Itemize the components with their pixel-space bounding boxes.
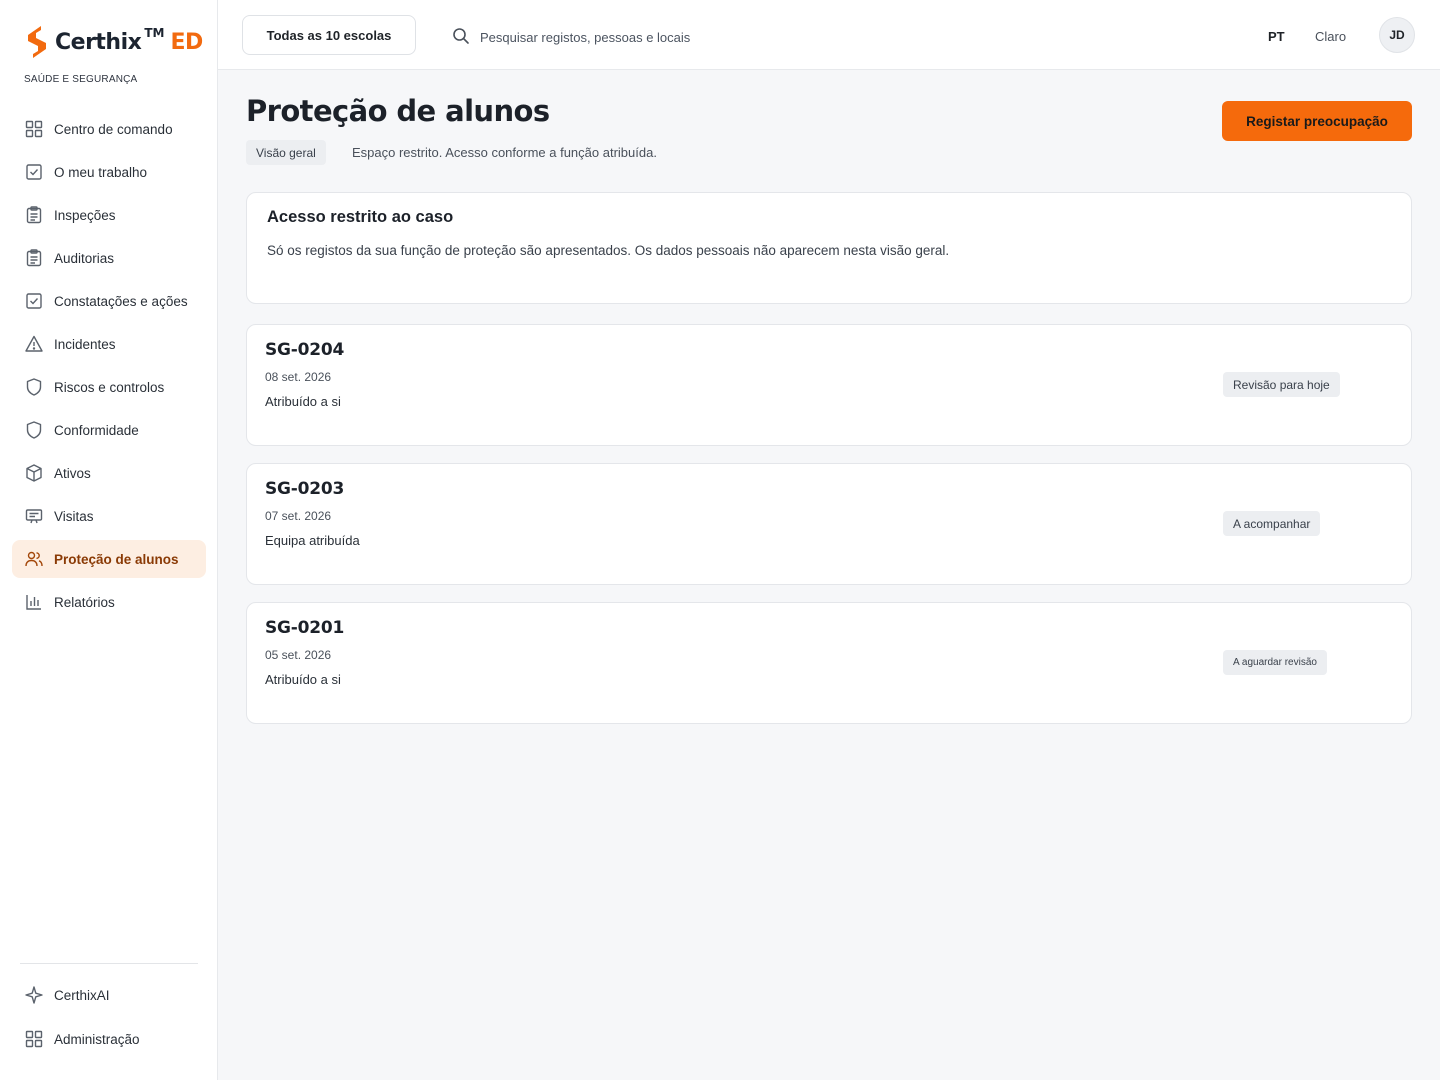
case-date: 05 set. 2026 (265, 648, 332, 662)
search-input[interactable] (480, 24, 880, 50)
case-id: SG-0204 (265, 340, 345, 360)
sidebar-item-assets[interactable]: Ativos (12, 454, 206, 492)
sidebar-item-administration[interactable]: Administração (12, 1020, 206, 1058)
sidebar-item-label: Inspeções (54, 207, 116, 223)
case-id: SG-0201 (265, 618, 345, 638)
page-title: Proteção de alunos (246, 94, 550, 128)
brand-subtitle: SAÚDE E SEGURANÇA (24, 74, 138, 85)
case-assignment: Atribuído a si (265, 672, 341, 687)
status-badge: A acompanhar (1223, 511, 1321, 536)
case-assignment: Atribuído a si (265, 394, 341, 409)
certhix-logo-icon (28, 26, 46, 58)
sidebar-item-label: Relatórios (54, 594, 115, 610)
sidebar-item-my-work[interactable]: O meu trabalho (12, 153, 206, 191)
sidebar-item-certhixai[interactable]: CerthixAI (12, 976, 206, 1014)
sidebar-item-label: Riscos e controlos (54, 379, 165, 395)
sidebar-item-student-protection[interactable]: Proteção de alunos (12, 540, 206, 578)
status-badge: A aguardar revisão (1223, 650, 1327, 675)
shield-icon (26, 421, 42, 439)
sidebar-item-label: Auditorias (54, 250, 115, 266)
sidebar-nav: Centro de comando O meu trabalho Inspeçõ… (12, 110, 206, 626)
sidebar-item-label: Incidentes (54, 336, 116, 352)
sidebar-item-label: O meu trabalho (54, 164, 148, 180)
language-switch[interactable]: PT (1268, 29, 1285, 44)
sidebar-item-command-center[interactable]: Centro de comando (12, 110, 206, 148)
sidebar-item-label: Proteção de alunos (54, 551, 179, 567)
sparkle-icon (25, 986, 43, 1004)
users-icon (25, 551, 43, 567)
case-card[interactable]: SG-0204 08 set. 2026 Atribuído a si Revi… (246, 324, 1412, 446)
case-card[interactable]: SG-0201 05 set. 2026 Atribuído a si A ag… (246, 602, 1412, 724)
sidebar-item-findings[interactable]: Constatações e ações (12, 282, 206, 320)
shield-icon (26, 378, 42, 396)
sidebar-item-inspections[interactable]: Inspeções (12, 196, 206, 234)
school-selector-button[interactable]: Todas as 10 escolas (242, 15, 416, 55)
sidebar-item-reports[interactable]: Relatórios (12, 583, 206, 621)
restricted-access-notice: Acesso restrito ao caso Só os registos d… (246, 192, 1412, 304)
theme-toggle[interactable]: Claro (1315, 29, 1346, 44)
brand-suffix: ED (170, 29, 203, 55)
register-concern-button[interactable]: Registar preocupação (1222, 101, 1412, 141)
sidebar-item-risks[interactable]: Riscos e controlos (12, 368, 206, 406)
sidebar-item-label: Conformidade (54, 422, 139, 438)
search-icon (453, 28, 469, 44)
sidebar-item-incidents[interactable]: Incidentes (12, 325, 206, 363)
sidebar-item-label: Ativos (54, 465, 91, 481)
avatar[interactable]: JD (1379, 17, 1415, 53)
brand-name: Certhix (55, 29, 142, 55)
sidebar-item-visits[interactable]: Visitas (12, 497, 206, 535)
case-assignment: Equipa atribuída (265, 533, 360, 548)
checkbox-icon (26, 293, 42, 309)
case-id: SG-0203 (265, 479, 345, 499)
sidebar-item-label: Administração (54, 1031, 140, 1047)
cube-icon (26, 464, 42, 482)
sidebar-item-label: Centro de comando (54, 121, 173, 137)
sidebar: Certhix TM ED SAÚDE E SEGURANÇA Centro d… (0, 0, 218, 1080)
notice-title: Acesso restrito ao caso (267, 208, 454, 226)
sidebar-divider (20, 963, 198, 964)
sidebar-item-compliance[interactable]: Conformidade (12, 411, 206, 449)
sidebar-item-audits[interactable]: Auditorias (12, 239, 206, 277)
sidebar-item-label: Visitas (54, 508, 94, 524)
breadcrumb-tag[interactable]: Visão geral (246, 140, 326, 165)
grid-icon (25, 120, 43, 138)
sidebar-item-label: CerthixAI (54, 987, 110, 1003)
badge-icon (25, 509, 43, 524)
sidebar-bottom-nav: CerthixAI Administração (12, 976, 206, 1064)
brand-logo[interactable]: Certhix TM ED (24, 24, 203, 60)
sidebar-item-label: Constatações e ações (54, 293, 188, 309)
case-date: 07 set. 2026 (265, 509, 332, 523)
clipboard-icon (26, 249, 42, 267)
clipboard-icon (26, 206, 42, 224)
brand-trademark: TM (144, 26, 165, 40)
status-badge: Revisão para hoje (1223, 372, 1340, 397)
notice-text: Só os registos da sua função de proteção… (267, 243, 950, 258)
warning-icon (25, 335, 43, 352)
case-date: 08 set. 2026 (265, 370, 332, 384)
grid-icon (25, 1030, 43, 1048)
topbar: Todas as 10 escolas PT Claro JD (218, 0, 1440, 70)
bar-chart-icon (26, 595, 41, 610)
case-card[interactable]: SG-0203 07 set. 2026 Equipa atribuída A … (246, 463, 1412, 585)
breadcrumb-description: Espaço restrito. Acesso conforme a funçã… (352, 145, 657, 160)
checkbox-icon (26, 164, 42, 180)
